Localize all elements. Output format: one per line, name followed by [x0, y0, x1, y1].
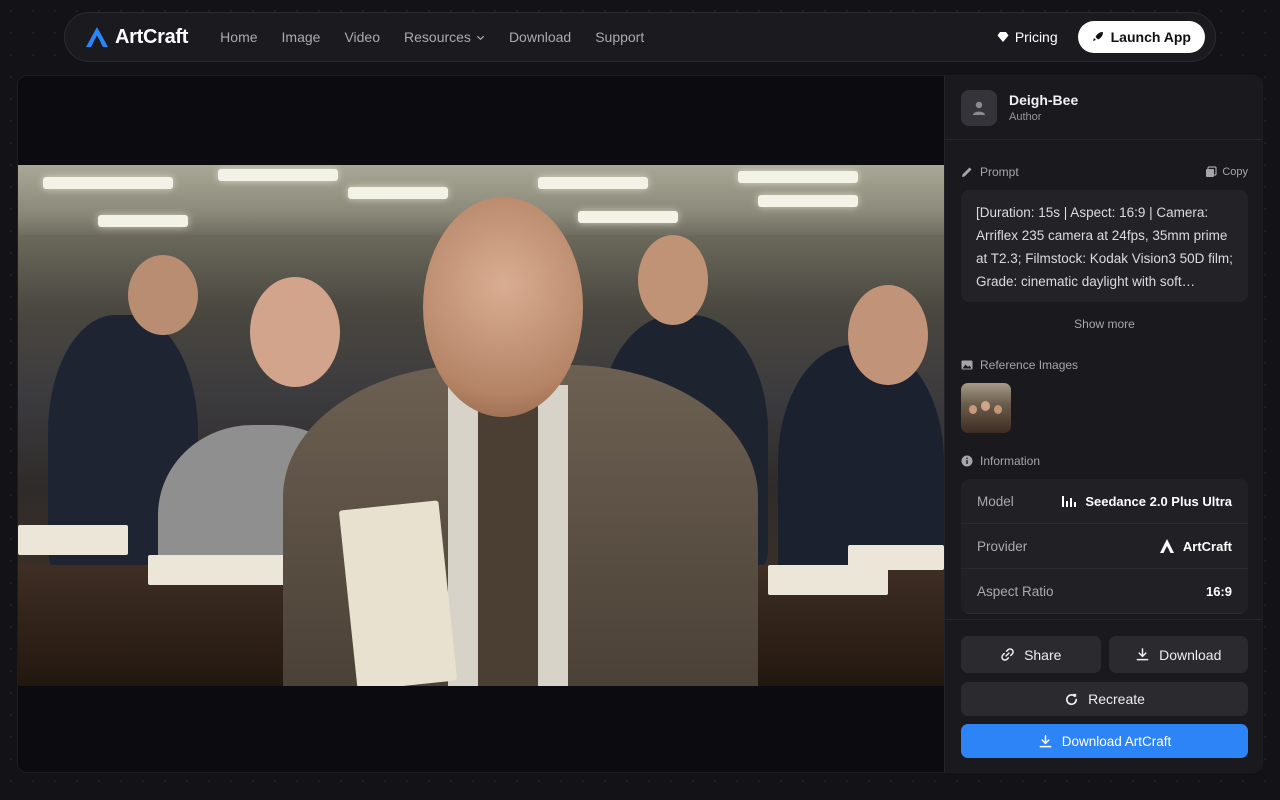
info-icon	[961, 455, 973, 467]
nav-support[interactable]: Support	[583, 29, 656, 45]
model-name: Seedance 2.0 Plus Ultra	[1085, 493, 1232, 509]
content-card: Deigh-Bee Author Prompt Copy [Duration: …	[17, 75, 1263, 773]
info-row-model: Model Seedance 2.0 Plus Ultra	[961, 479, 1248, 524]
info-key: Model	[977, 493, 1014, 509]
details-scroll[interactable]: Prompt Copy [Duration: 15s | Aspect: 16:…	[945, 140, 1262, 620]
prompt-heading: Prompt	[980, 165, 1019, 179]
ceiling-light	[538, 177, 648, 189]
brand-name: ArtCraft	[115, 25, 189, 48]
artcraft-logo-icon	[1159, 539, 1174, 553]
author-role: Author	[1009, 111, 1042, 123]
link-icon	[1001, 648, 1014, 661]
show-more-button[interactable]: Show more	[961, 317, 1248, 331]
prompt-header: Prompt Copy	[961, 164, 1248, 180]
avatar[interactable]	[961, 89, 997, 126]
action-buttons: Share Download Recreate Download ArtCraf…	[945, 619, 1262, 772]
papers	[848, 545, 944, 570]
ceiling-light	[578, 211, 678, 223]
pricing-link[interactable]: Pricing	[997, 29, 1058, 45]
image-icon	[961, 360, 973, 370]
file-folders	[338, 500, 458, 686]
nav-image[interactable]: Image	[270, 29, 333, 45]
ceiling-light	[43, 177, 173, 189]
download-button[interactable]: Download	[1108, 636, 1248, 673]
prompt-text: [Duration: 15s | Aspect: 16:9 | Camera: …	[961, 190, 1248, 302]
diamond-icon	[997, 32, 1009, 42]
information-heading: Information	[980, 454, 1041, 468]
chevron-down-icon	[476, 35, 485, 40]
info-key: Aspect Ratio	[977, 583, 1054, 599]
background-person	[128, 255, 198, 335]
author-header: Deigh-Bee Author	[945, 76, 1262, 140]
media-viewer	[18, 76, 944, 772]
background-person	[250, 277, 340, 387]
rocket-icon	[1092, 32, 1103, 41]
nav-actions: Pricing Launch App	[997, 21, 1205, 53]
nav-resources[interactable]: Resources	[392, 29, 497, 45]
recreate-button[interactable]: Recreate	[961, 682, 1248, 716]
pencil-icon	[962, 167, 972, 177]
download-icon	[1136, 648, 1149, 661]
bars-chart-icon	[1062, 496, 1077, 507]
background-person	[848, 285, 928, 385]
user-icon	[973, 101, 985, 115]
main-menu: Home Image Video Resources Download Supp…	[208, 29, 656, 45]
launch-app-label: Launch App	[1110, 29, 1191, 45]
ceiling-light	[758, 195, 858, 207]
aspect-ratio-value: 16:9	[1205, 583, 1232, 599]
info-row-provider: Provider ArtCraft	[961, 524, 1248, 569]
share-label: Share	[1024, 646, 1062, 663]
papers	[18, 525, 128, 555]
info-key: Provider	[977, 538, 1028, 554]
details-panel: Deigh-Bee Author Prompt Copy [Duration: …	[944, 76, 1262, 772]
info-row-aspect-ratio: Aspect Ratio 16:9	[961, 569, 1248, 614]
launch-app-button[interactable]: Launch App	[1077, 21, 1205, 53]
copy-button[interactable]: Copy	[1205, 166, 1248, 178]
main-person-head	[423, 197, 583, 417]
top-navbar: ArtCraft Home Image Video Resources Down…	[64, 12, 1216, 62]
copy-label: Copy	[1222, 166, 1248, 178]
nav-resources-label: Resources	[404, 29, 471, 45]
nav-download[interactable]: Download	[497, 29, 583, 45]
nav-video[interactable]: Video	[332, 29, 392, 45]
brand-logo[interactable]: ArtCraft	[85, 26, 188, 49]
reference-image-thumbnail[interactable]	[961, 383, 1011, 433]
information-header: Information	[961, 453, 1248, 469]
video-frame[interactable]	[18, 165, 944, 686]
download-label: Download	[1159, 646, 1222, 663]
refresh-icon	[1066, 693, 1078, 705]
information-table: Model Seedance 2.0 Plus Ultra Provider A…	[961, 479, 1248, 614]
ceiling-light	[738, 171, 858, 183]
info-value: Seedance 2.0 Plus Ultra	[1061, 493, 1232, 509]
share-button[interactable]: Share	[961, 636, 1101, 673]
nav-home[interactable]: Home	[208, 29, 269, 45]
pricing-label: Pricing	[1014, 29, 1058, 45]
download-artcraft-label: Download ArtCraft	[1061, 733, 1172, 749]
info-value: ArtCraft	[1159, 538, 1232, 554]
ceiling-light	[348, 187, 448, 199]
ceiling-light	[98, 215, 188, 227]
ceiling-light	[218, 169, 338, 181]
download-artcraft-button[interactable]: Download ArtCraft	[961, 724, 1248, 758]
artcraft-logo-icon	[86, 27, 108, 47]
background-person	[638, 235, 708, 325]
download-icon	[1039, 734, 1052, 747]
papers	[148, 555, 288, 585]
reference-images-header: Reference Images	[961, 357, 1248, 373]
author-name[interactable]: Deigh-Bee	[1009, 92, 1078, 108]
provider-name: ArtCraft	[1182, 538, 1232, 554]
copy-icon	[1206, 166, 1217, 177]
reference-images-heading: Reference Images	[980, 358, 1079, 372]
recreate-label: Recreate	[1088, 691, 1145, 707]
main-person-tie	[478, 395, 538, 686]
